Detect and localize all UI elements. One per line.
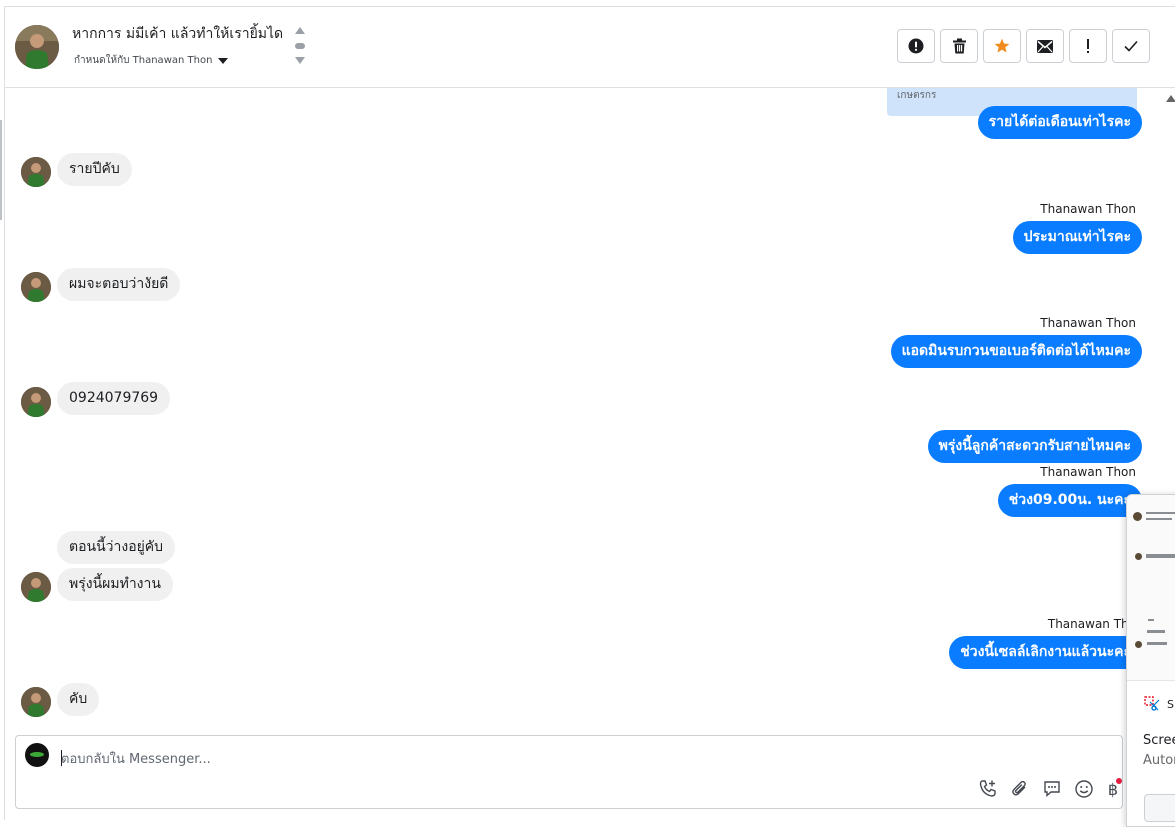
contact-avatar-small <box>21 157 51 187</box>
outgoing-message[interactable]: แอดมินรบกวนขอเบอร์ติดต่อได้ไหมคะ <box>890 335 1142 368</box>
screenshot-thumbnail[interactable] <box>1127 495 1175 681</box>
chevron-down-icon[interactable] <box>295 57 305 64</box>
emoji-icon <box>1075 780 1093 798</box>
text-cursor <box>61 750 62 766</box>
screenshot-notification-panel[interactable]: Sn Screen Autom <box>1126 494 1175 827</box>
sender-name: Thanawan Thon <box>1040 316 1136 330</box>
snipping-tool-icon <box>1144 696 1160 711</box>
saved-reply-icon <box>1044 781 1060 798</box>
alert-circle-icon <box>908 38 924 54</box>
notification-dot <box>1116 778 1123 784</box>
thumb-avatar <box>1135 553 1142 560</box>
conversation-panel: หากการ ม่มีเค้า แล้วทำให้เรายิ้มได กำหนด… <box>4 6 1175 827</box>
reply-input[interactable] <box>61 749 661 769</box>
composer-toolbar: ฿ <box>977 778 1127 800</box>
conversation-title: หากการ ม่มีเค้า แล้วทำให้เรายิ้มได <box>72 26 284 42</box>
contact-avatar-small <box>21 387 51 417</box>
phone-plus-icon <box>979 780 996 797</box>
outgoing-message[interactable]: ช่วง09.00น. นะคะ <box>997 484 1142 517</box>
delete-button[interactable] <box>940 29 978 63</box>
thumb-avatar <box>1133 512 1142 521</box>
thumb-line <box>1146 512 1175 514</box>
assignee-label: กำหนดให้กับ Thanawan Thon <box>74 55 213 66</box>
conversation-stepper[interactable] <box>295 27 305 67</box>
thumb-line <box>1147 630 1165 633</box>
notification-title: Screen <box>1143 733 1175 748</box>
thumb-line <box>1147 642 1167 645</box>
paperclip-icon <box>1012 780 1026 796</box>
attach-button[interactable] <box>1009 778 1031 800</box>
incoming-message[interactable]: พรุ่งนี้ผมทำงาน <box>57 568 173 601</box>
incoming-message[interactable]: ตอนนี้ว่างอยู่คับ <box>57 531 176 564</box>
outgoing-message[interactable]: รายได้ต่อเดือนเท่าไรคะ <box>977 106 1142 139</box>
thumb-avatar <box>1135 641 1142 648</box>
incoming-message[interactable]: คับ <box>57 683 100 716</box>
stepper-handle <box>295 43 305 49</box>
sender-name: Thanawan Thon <box>1040 202 1136 216</box>
saved-reply-button[interactable] <box>1041 778 1063 800</box>
exclamation-icon <box>1087 39 1089 53</box>
quoted-text: เกษตรกร <box>897 90 937 101</box>
scroll-up-icon[interactable] <box>1166 95 1175 102</box>
star-button[interactable] <box>983 29 1021 63</box>
sender-name: Thanawan Thon <box>1040 465 1136 479</box>
spam-button[interactable] <box>897 29 935 63</box>
done-button[interactable] <box>1112 29 1150 63</box>
contact-avatar-small <box>21 572 51 602</box>
contact-avatar[interactable] <box>15 25 59 69</box>
thumb-line <box>1146 554 1175 558</box>
chevron-up-icon[interactable] <box>295 27 305 34</box>
call-button[interactable] <box>977 778 999 800</box>
conversation-header: หากการ ม่มีเค้า แล้วทำให้เรายิ้มได กำหนด… <box>5 7 1175 88</box>
contact-avatar-small <box>21 687 51 717</box>
thumb-line <box>1146 518 1172 520</box>
check-icon <box>1124 40 1138 52</box>
message-thread: เกษตรกร รายได้ต่อเดือนเท่าไรคะ รายปีคับ … <box>5 88 1175 735</box>
outgoing-message[interactable]: ประมาณเท่าไรคะ <box>1012 221 1142 254</box>
incoming-message[interactable]: รายปีคับ <box>57 153 132 186</box>
notification-app-name: Sn <box>1167 698 1175 711</box>
outgoing-message[interactable]: ช่วงนี้เซลล์เลิกงานแล้วนะคะ <box>949 636 1142 669</box>
envelope-icon <box>1037 39 1053 53</box>
star-icon <box>994 38 1010 53</box>
page-avatar <box>25 743 49 767</box>
outgoing-message[interactable]: พรุ่งนี้ลูกค้าสะดวกรับสายไหมคะ <box>927 430 1142 463</box>
notification-subtitle: Autom <box>1143 753 1175 768</box>
left-edge-bar <box>0 120 2 220</box>
incoming-message[interactable]: 0924079769 <box>57 382 171 415</box>
thumb-line <box>1148 619 1154 621</box>
trash-icon <box>952 38 966 54</box>
follow-up-button[interactable] <box>1069 29 1107 63</box>
sender-name: Thanawan Tho <box>1047 617 1136 631</box>
assignee-dropdown[interactable]: กำหนดให้กับ Thanawan Thon <box>74 53 229 68</box>
incoming-message[interactable]: ผมจะตอบว่างัยดี <box>57 268 181 301</box>
conversation-actions <box>897 29 1150 63</box>
contact-avatar-small <box>21 272 51 302</box>
notification-action-button[interactable] <box>1144 794 1175 822</box>
reply-composer: ฿ <box>15 735 1123 809</box>
emoji-button[interactable] <box>1073 778 1095 800</box>
chevron-down-icon <box>218 57 229 64</box>
payment-button[interactable]: ฿ <box>1105 778 1127 800</box>
mark-unread-button[interactable] <box>1026 29 1064 63</box>
